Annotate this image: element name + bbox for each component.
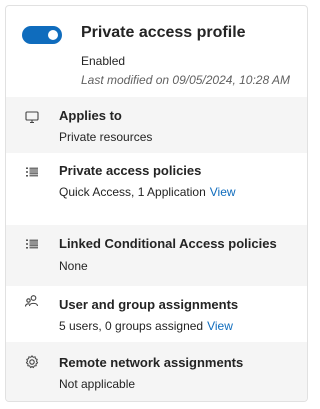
assignments-summary: 5 users, 0 groups assigned — [59, 319, 204, 333]
list-icon — [24, 164, 40, 180]
section-linked-conditional-access: Linked Conditional Access policies None — [6, 225, 307, 286]
section-title: Remote network assignments — [59, 355, 244, 370]
toggle-knob — [48, 30, 58, 40]
section-remote-network-assignments: Remote network assignments Not applicabl… — [6, 342, 307, 401]
section-title: Applies to — [59, 108, 122, 123]
profile-enabled-toggle[interactable] — [22, 26, 62, 44]
profile-title: Private access profile — [81, 24, 246, 41]
monitor-icon — [24, 109, 40, 125]
section-description: Not applicable — [59, 377, 136, 391]
section-applies-to: Applies to Private resources — [6, 97, 307, 153]
list-icon — [24, 236, 40, 252]
section-description: Private resources — [59, 130, 153, 144]
view-policies-link[interactable]: View — [210, 185, 236, 199]
section-user-group-assignments: User and group assignments 5 users, 0 gr… — [6, 286, 307, 342]
gear-icon — [24, 354, 40, 370]
section-private-access-policies: Private access policies Quick Access, 1 … — [6, 153, 307, 225]
section-description: Quick Access, 1 Application View — [59, 185, 236, 199]
policies-summary: Quick Access, 1 Application — [59, 185, 206, 199]
view-assignments-link[interactable]: View — [207, 319, 233, 333]
section-description: None — [59, 259, 88, 273]
section-title: User and group assignments — [59, 297, 239, 312]
section-title: Linked Conditional Access policies — [59, 236, 277, 251]
profile-status: Enabled — [81, 54, 126, 68]
profile-header: Private access profile Enabled Last modi… — [6, 6, 307, 96]
people-icon — [24, 293, 40, 309]
profile-card: Private access profile Enabled Last modi… — [5, 5, 308, 402]
last-modified-text: Last modified on 09/05/2024, 10:28 AM — [81, 73, 291, 87]
section-description: 5 users, 0 groups assigned View — [59, 319, 233, 333]
section-title: Private access policies — [59, 163, 202, 178]
